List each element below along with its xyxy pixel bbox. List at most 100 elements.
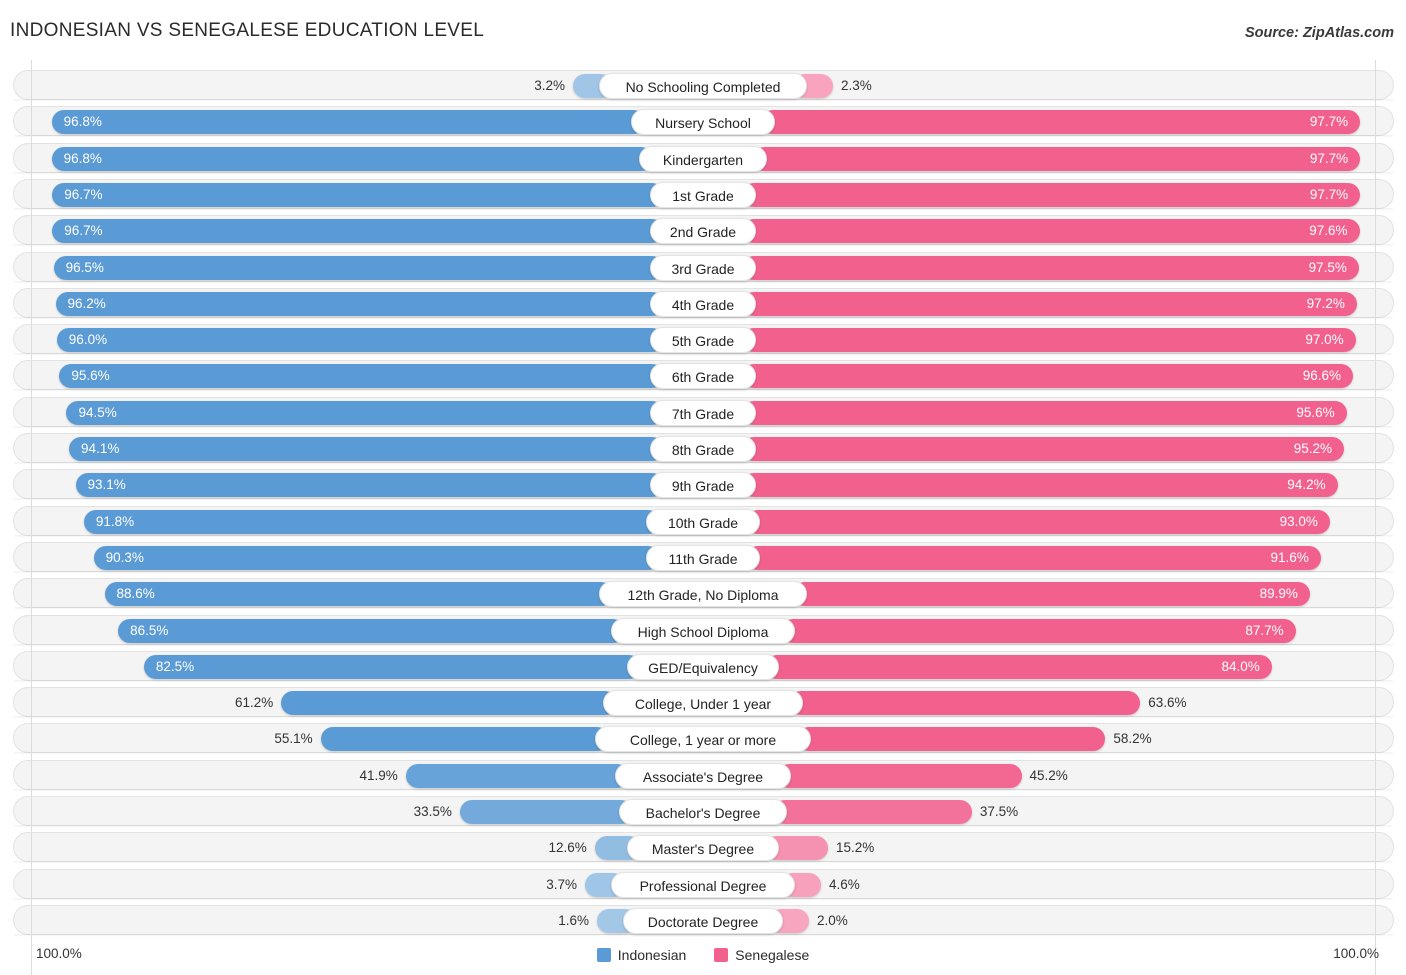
category-label[interactable]: 12th Grade, No Diploma bbox=[599, 581, 807, 608]
bar-indonesian[interactable] bbox=[69, 437, 664, 461]
category-label[interactable]: 5th Grade bbox=[650, 327, 756, 354]
table-row[interactable]: 3.2% 2.3% No Schooling Completed bbox=[13, 70, 1394, 102]
bar-indonesian[interactable] bbox=[66, 400, 664, 425]
table-row[interactable]: 94.1% 95.2% 8th Grade bbox=[13, 433, 1394, 465]
bar-indonesian[interactable] bbox=[104, 582, 613, 607]
bar-senegalese[interactable] bbox=[742, 219, 1360, 244]
category-label[interactable]: Doctorate Degree bbox=[623, 907, 783, 934]
category-label[interactable]: 4th Grade bbox=[650, 290, 756, 317]
table-row[interactable]: 96.0% 97.0% 5th Grade bbox=[13, 324, 1394, 357]
table-row[interactable]: 94.5% 95.6% 7th Grade bbox=[13, 396, 1394, 429]
bar-senegalese[interactable] bbox=[773, 800, 972, 824]
category-label[interactable]: High School Diploma bbox=[611, 617, 795, 644]
bar-senegalese[interactable] bbox=[746, 509, 1330, 534]
table-row[interactable]: 96.8% 97.7% Nursery School bbox=[13, 106, 1394, 139]
value-label-senegalese: 89.9% bbox=[1259, 586, 1298, 602]
table-row[interactable]: 95.6% 96.6% 6th Grade bbox=[13, 360, 1394, 393]
table-row[interactable]: 96.2% 97.2% 4th Grade bbox=[13, 287, 1394, 320]
bar-indonesian[interactable] bbox=[281, 691, 617, 716]
bar-indonesian[interactable] bbox=[56, 328, 664, 353]
bar-senegalese[interactable] bbox=[742, 255, 1359, 280]
table-row[interactable]: 3.7% 4.6% Professional Degree bbox=[13, 868, 1394, 901]
table-row[interactable]: 12.6% 15.2% Master's Degree bbox=[13, 832, 1394, 865]
bar-indonesian[interactable] bbox=[52, 182, 664, 207]
bar-indonesian[interactable] bbox=[405, 763, 629, 788]
bar-indonesian[interactable] bbox=[55, 291, 664, 316]
bar-senegalese[interactable] bbox=[777, 763, 1022, 788]
bar-senegalese[interactable] bbox=[742, 437, 1345, 461]
category-label[interactable]: College, Under 1 year bbox=[603, 690, 803, 717]
bar-indonesian[interactable] bbox=[83, 509, 660, 534]
value-label-senegalese: 95.2% bbox=[1293, 441, 1333, 456]
category-label[interactable]: 3rd Grade bbox=[650, 254, 756, 281]
table-row[interactable]: 55.1% 58.2% College, 1 year or more bbox=[13, 723, 1394, 756]
table-row[interactable]: 96.5% 97.5% 3rd Grade bbox=[13, 251, 1394, 284]
category-label[interactable]: Kindergarten bbox=[639, 145, 767, 172]
category-label[interactable]: Master's Degree bbox=[627, 835, 779, 862]
category-label[interactable]: 11th Grade bbox=[646, 544, 760, 571]
bar-indonesian[interactable] bbox=[93, 545, 660, 570]
bar-indonesian[interactable] bbox=[320, 727, 609, 752]
bar-senegalese[interactable] bbox=[781, 618, 1296, 643]
bar-indonesian[interactable] bbox=[53, 255, 664, 280]
category-label[interactable]: 7th Grade bbox=[650, 399, 756, 426]
bar-indonesian[interactable] bbox=[59, 364, 664, 389]
bar-senegalese[interactable] bbox=[742, 328, 1356, 353]
table-row[interactable]: 86.5% 87.7% High School Diploma bbox=[13, 614, 1394, 647]
value-label-indonesian: 94.1% bbox=[81, 441, 120, 456]
bar-senegalese[interactable] bbox=[742, 291, 1357, 316]
table-row[interactable]: 1.6% 2.0% Doctorate Degree bbox=[13, 904, 1394, 937]
value-label-senegalese: 97.5% bbox=[1308, 259, 1347, 275]
category-label[interactable]: No Schooling Completed bbox=[599, 73, 807, 99]
category-label[interactable]: Bachelor's Degree bbox=[619, 799, 787, 825]
bar-indonesian[interactable] bbox=[52, 219, 664, 244]
table-row[interactable]: 61.2% 63.6% College, Under 1 year bbox=[13, 687, 1394, 720]
value-label-senegalese: 15.2% bbox=[836, 840, 875, 856]
table-row[interactable]: 88.6% 89.9% 12th Grade, No Diploma bbox=[13, 578, 1394, 611]
table-row[interactable]: 96.7% 97.7% 1st Grade bbox=[13, 178, 1394, 211]
table-row[interactable]: 91.8% 93.0% 10th Grade bbox=[13, 505, 1394, 538]
bar-senegalese[interactable] bbox=[753, 146, 1361, 171]
bar-senegalese[interactable] bbox=[742, 182, 1361, 207]
legend-item-indonesian[interactable]: Indonesian bbox=[596, 947, 686, 963]
table-row[interactable]: 82.5% 84.0% GED/Equivalency bbox=[13, 650, 1394, 683]
bar-senegalese[interactable] bbox=[742, 473, 1338, 498]
table-row[interactable]: 93.1% 94.2% 9th Grade bbox=[13, 469, 1394, 502]
value-label-senegalese: 45.2% bbox=[1029, 767, 1068, 783]
bar-senegalese[interactable] bbox=[797, 727, 1106, 752]
bar-indonesian[interactable] bbox=[143, 654, 641, 679]
category-label[interactable]: 2nd Grade bbox=[650, 218, 756, 245]
category-label[interactable]: Nursery School bbox=[631, 109, 775, 136]
bar-indonesian[interactable] bbox=[118, 618, 625, 643]
bar-senegalese[interactable] bbox=[746, 545, 1321, 570]
category-label[interactable]: 9th Grade bbox=[650, 472, 756, 499]
table-row[interactable]: 90.3% 91.6% 11th Grade bbox=[13, 541, 1394, 574]
bar-indonesian[interactable] bbox=[459, 800, 633, 824]
bar-senegalese[interactable] bbox=[789, 691, 1141, 716]
value-label-indonesian: 95.6% bbox=[71, 368, 110, 384]
category-label[interactable]: 8th Grade bbox=[650, 436, 756, 462]
bar-senegalese[interactable] bbox=[742, 400, 1347, 425]
value-label-indonesian: 86.5% bbox=[130, 622, 169, 638]
category-label[interactable]: GED/Equivalency bbox=[627, 653, 779, 680]
bar-indonesian[interactable] bbox=[75, 473, 664, 498]
bar-senegalese[interactable] bbox=[761, 110, 1361, 135]
value-label-indonesian: 96.7% bbox=[64, 223, 103, 239]
bar-indonesian[interactable] bbox=[51, 146, 653, 171]
table-row[interactable]: 33.5% 37.5% Bachelor's Degree bbox=[13, 796, 1394, 828]
category-label[interactable]: 1st Grade bbox=[650, 181, 756, 208]
legend-item-senegalese[interactable]: Senegalese bbox=[714, 947, 809, 963]
category-label[interactable]: 10th Grade bbox=[646, 508, 760, 535]
category-label[interactable]: 6th Grade bbox=[650, 363, 756, 390]
category-label[interactable]: Professional Degree bbox=[611, 871, 795, 898]
page-title: INDONESIAN VS SENEGALESE EDUCATION LEVEL bbox=[10, 20, 485, 41]
bar-senegalese[interactable] bbox=[742, 364, 1354, 389]
category-label[interactable]: College, 1 year or more bbox=[595, 726, 811, 753]
bar-senegalese[interactable] bbox=[793, 582, 1310, 607]
table-row[interactable]: 96.7% 97.6% 2nd Grade bbox=[13, 215, 1394, 248]
bar-senegalese[interactable] bbox=[765, 654, 1272, 679]
table-row[interactable]: 41.9% 45.2% Associate's Degree bbox=[13, 759, 1394, 792]
category-label[interactable]: Associate's Degree bbox=[615, 762, 791, 789]
table-row[interactable]: 96.8% 97.7% Kindergarten bbox=[13, 142, 1394, 175]
bar-indonesian[interactable] bbox=[51, 110, 645, 135]
